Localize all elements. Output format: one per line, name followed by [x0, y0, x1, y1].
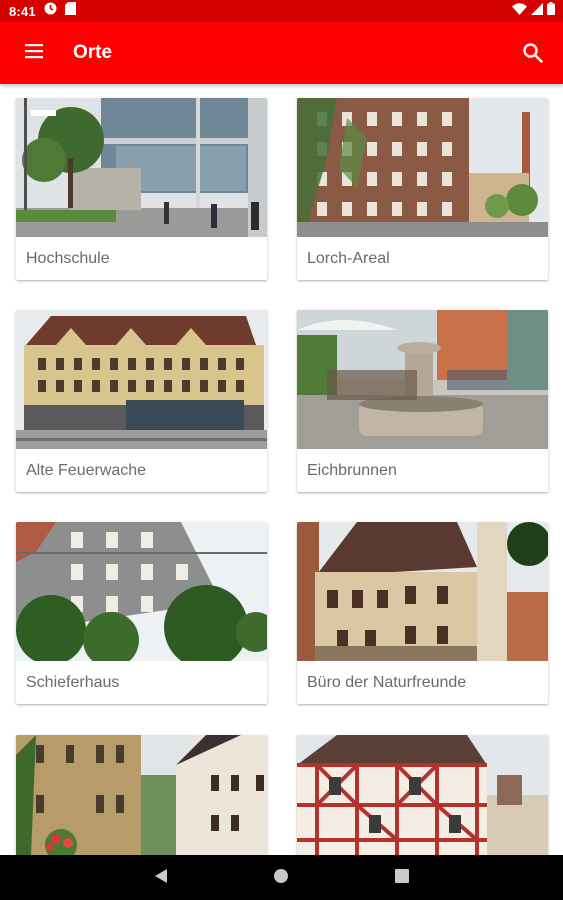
place-name: Hochschule [26, 250, 110, 267]
place-card[interactable]: Hochschule [16, 98, 267, 280]
place-card[interactable]: Eichbrunnen [297, 310, 548, 492]
page-title: Orte [73, 42, 113, 63]
place-photo [16, 522, 267, 661]
place-photo [297, 310, 548, 449]
recents-button[interactable] [391, 867, 413, 889]
status-bar: 8:41 [0, 0, 563, 22]
place-card[interactable]: Alte Feuerwache [16, 310, 267, 492]
back-icon [154, 868, 168, 889]
place-name: Lorch-Areal [307, 250, 390, 267]
home-button[interactable] [270, 867, 292, 889]
place-photo [16, 310, 267, 449]
places-grid: Hochschule Lorch-Areal Alte Feuerwache E… [0, 84, 563, 855]
place-photo [16, 735, 267, 855]
menu-button[interactable] [21, 40, 47, 66]
place-card[interactable] [16, 735, 267, 855]
menu-icon [24, 43, 44, 64]
sd-card-icon [64, 2, 76, 20]
search-icon [521, 43, 545, 69]
place-photo [16, 98, 267, 237]
place-name: Schieferhaus [26, 674, 120, 691]
place-photo [297, 522, 548, 661]
place-name: Eichbrunnen [307, 462, 397, 479]
place-card[interactable] [297, 735, 548, 855]
home-icon [273, 868, 289, 889]
place-name: Alte Feuerwache [26, 462, 147, 479]
place-name: Büro der Naturfreunde [307, 674, 467, 691]
place-photo [297, 98, 548, 237]
battery-icon [547, 2, 555, 20]
place-photo [297, 735, 548, 855]
sync-icon [44, 2, 57, 20]
recents-icon [395, 868, 409, 888]
app-bar: Orte [0, 22, 563, 84]
navigation-bar [0, 855, 563, 900]
search-button[interactable] [521, 41, 545, 65]
wifi-icon [512, 2, 527, 20]
back-button[interactable] [150, 867, 172, 889]
place-card[interactable]: Büro der Naturfreunde [297, 522, 548, 704]
place-card[interactable]: Schieferhaus [16, 522, 267, 704]
signal-icon [531, 2, 543, 20]
place-card[interactable]: Lorch-Areal [297, 98, 548, 280]
status-time: 8:41 [9, 3, 36, 19]
